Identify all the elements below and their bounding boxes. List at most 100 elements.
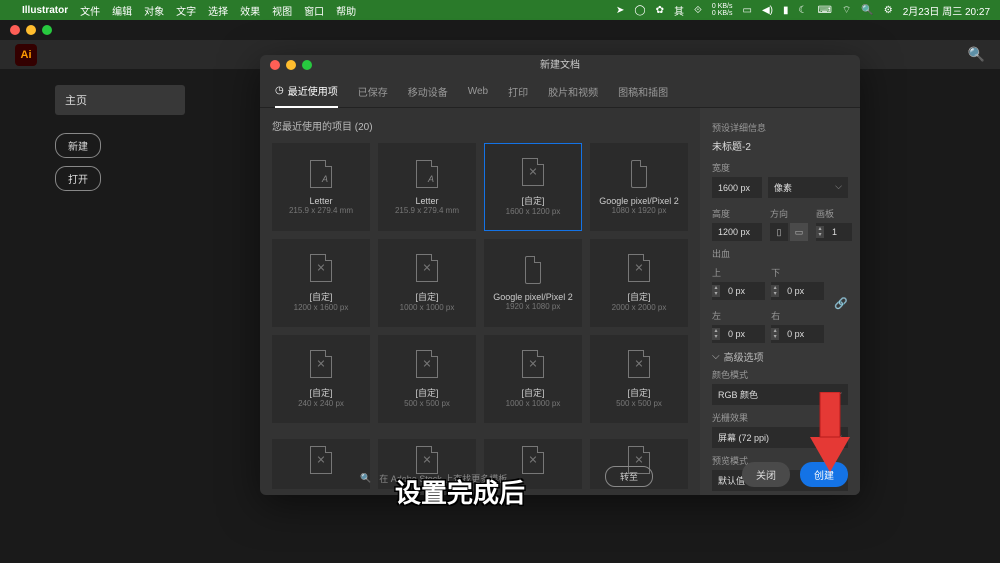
macos-menubar: Illustrator 文件 编辑 对象 文字 选择 效果 视图 窗口 帮助 ➤…	[0, 0, 1000, 20]
tab-film[interactable]: 胶片和视频	[548, 83, 598, 107]
template-name: [自定]	[521, 386, 544, 399]
template-item[interactable]: [自定] 1000 x 1000 px	[484, 335, 582, 423]
template-icon	[525, 256, 541, 284]
menu-edit[interactable]: 编辑	[112, 3, 132, 18]
menu-select[interactable]: 选择	[208, 3, 228, 18]
templates-panel: 您最近使用的项目 (20) Letter 215.9 x 279.4 mm Le…	[260, 108, 700, 495]
go-button[interactable]: 转至	[605, 466, 653, 487]
template-item[interactable]: Google pixel/Pixel 2 1080 x 1920 px	[590, 143, 688, 231]
sidebar-home[interactable]: 主页	[55, 85, 185, 115]
template-icon	[416, 446, 438, 474]
template-icon	[522, 350, 544, 378]
app-name[interactable]: Illustrator	[22, 5, 68, 16]
maximize-window-icon[interactable]	[42, 25, 52, 35]
volume-icon[interactable]: ◀)	[762, 5, 773, 16]
doc-name[interactable]: 未标题-2	[712, 138, 848, 153]
bleed-bottom[interactable]	[781, 282, 821, 300]
menu-object[interactable]: 对象	[144, 3, 164, 18]
tab-mobile[interactable]: 移动设备	[408, 83, 448, 107]
template-name: [自定]	[627, 386, 650, 399]
display-icon[interactable]: ▭	[743, 5, 752, 16]
template-icon	[310, 254, 332, 282]
chevron-down-icon: ⌵	[712, 351, 720, 362]
dialog-close-icon[interactable]	[270, 60, 280, 70]
template-dim: 215.9 x 279.4 mm	[289, 206, 353, 215]
orient-label: 方向	[770, 207, 808, 220]
dialog-footer: 关闭 创建	[742, 462, 848, 487]
menu-view[interactable]: 视图	[272, 3, 292, 18]
menu-window[interactable]: 窗口	[304, 3, 324, 18]
template-dim: 1920 x 1080 px	[506, 302, 561, 311]
artboard-stepper[interactable]: ▴▾	[816, 226, 824, 238]
tab-recent[interactable]: ◷最近使用项	[275, 83, 338, 108]
menubar-icon[interactable]: ⟐	[694, 5, 702, 16]
tab-web[interactable]: Web	[468, 83, 488, 107]
menu-help[interactable]: 帮助	[336, 3, 356, 18]
bleed-right[interactable]	[781, 325, 821, 343]
wifi-icon[interactable]: ⌔	[842, 4, 851, 17]
template-name: [自定]	[415, 290, 438, 303]
moon-icon[interactable]: ☾	[799, 5, 808, 16]
dialog-minimize-icon[interactable]	[286, 60, 296, 70]
template-item[interactable]	[272, 439, 370, 489]
template-item[interactable]: [自定] 500 x 500 px	[378, 335, 476, 423]
minimize-window-icon[interactable]	[26, 25, 36, 35]
tab-saved[interactable]: 已保存	[358, 83, 388, 107]
raster-label: 光栅效果	[712, 411, 848, 424]
tab-art[interactable]: 图稿和插图	[618, 83, 668, 107]
template-item[interactable]: [自定] 1600 x 1200 px	[484, 143, 582, 231]
compass-icon[interactable]: ◯	[634, 5, 645, 16]
create-button[interactable]: 创建	[800, 462, 848, 487]
illustrator-logo: Ai	[15, 44, 37, 66]
link-bleed-icon[interactable]: 🔗	[834, 297, 848, 310]
menu-type[interactable]: 文字	[176, 3, 196, 18]
template-dim: 1000 x 1000 px	[506, 399, 561, 408]
template-name: Google pixel/Pixel 2	[599, 196, 679, 206]
control-center-icon[interactable]: ⚙	[884, 5, 893, 16]
template-item[interactable]: [自定] 500 x 500 px	[590, 335, 688, 423]
new-button[interactable]: 新建	[55, 133, 101, 158]
video-caption: 设置完成后	[395, 473, 525, 510]
dialog-maximize-icon[interactable]	[302, 60, 312, 70]
artboard-label: 画板	[816, 207, 852, 220]
orient-portrait[interactable]: ▯	[770, 223, 788, 241]
location-icon[interactable]: ➤	[616, 5, 624, 16]
template-icon	[310, 446, 332, 474]
menu-file[interactable]: 文件	[80, 3, 100, 18]
wechat-icon[interactable]: ✿	[656, 5, 664, 16]
menubar-icon[interactable]: 其	[674, 3, 684, 18]
input-icon[interactable]: ⌨	[817, 5, 831, 16]
raster-select[interactable]: 屏幕 (72 ppi)	[712, 427, 848, 448]
unit-select[interactable]: 像素	[768, 177, 848, 198]
advanced-toggle[interactable]: ⌵高级选项	[712, 349, 848, 364]
template-item[interactable]: Letter 215.9 x 279.4 mm	[378, 143, 476, 231]
clock[interactable]: 2月23日 周三 20:27	[903, 3, 990, 18]
template-icon	[628, 254, 650, 282]
template-icon	[522, 158, 544, 186]
template-item[interactable]: [自定] 1200 x 1600 px	[272, 239, 370, 327]
close-window-icon[interactable]	[10, 25, 20, 35]
template-item[interactable]: [自定] 1000 x 1000 px	[378, 239, 476, 327]
template-item[interactable]: [自定] 240 x 240 px	[272, 335, 370, 423]
close-button[interactable]: 关闭	[742, 462, 790, 487]
search-icon[interactable]: 🔍	[861, 5, 873, 16]
window-traffic-lights	[0, 20, 1000, 40]
template-item[interactable]: [自定] 2000 x 2000 px	[590, 239, 688, 327]
height-input[interactable]	[712, 223, 762, 241]
height-label: 高度	[712, 207, 762, 220]
bleed-label: 出血	[712, 247, 848, 260]
width-input[interactable]	[712, 177, 762, 198]
bleed-left[interactable]	[722, 325, 762, 343]
search-icon[interactable]: 🔍	[968, 46, 985, 63]
artboard-count[interactable]	[826, 223, 852, 241]
color-mode-label: 颜色模式	[712, 368, 848, 381]
orient-landscape[interactable]: ▭	[790, 223, 808, 241]
template-item[interactable]: Google pixel/Pixel 2 1920 x 1080 px	[484, 239, 582, 327]
color-mode-select[interactable]: RGB 颜色	[712, 384, 848, 405]
open-button[interactable]: 打开	[55, 166, 101, 191]
menu-effect[interactable]: 效果	[240, 3, 260, 18]
template-item[interactable]: Letter 215.9 x 279.4 mm	[272, 143, 370, 231]
tab-print[interactable]: 打印	[508, 83, 528, 107]
bleed-top[interactable]	[722, 282, 762, 300]
battery-icon[interactable]: ▮	[783, 5, 789, 16]
